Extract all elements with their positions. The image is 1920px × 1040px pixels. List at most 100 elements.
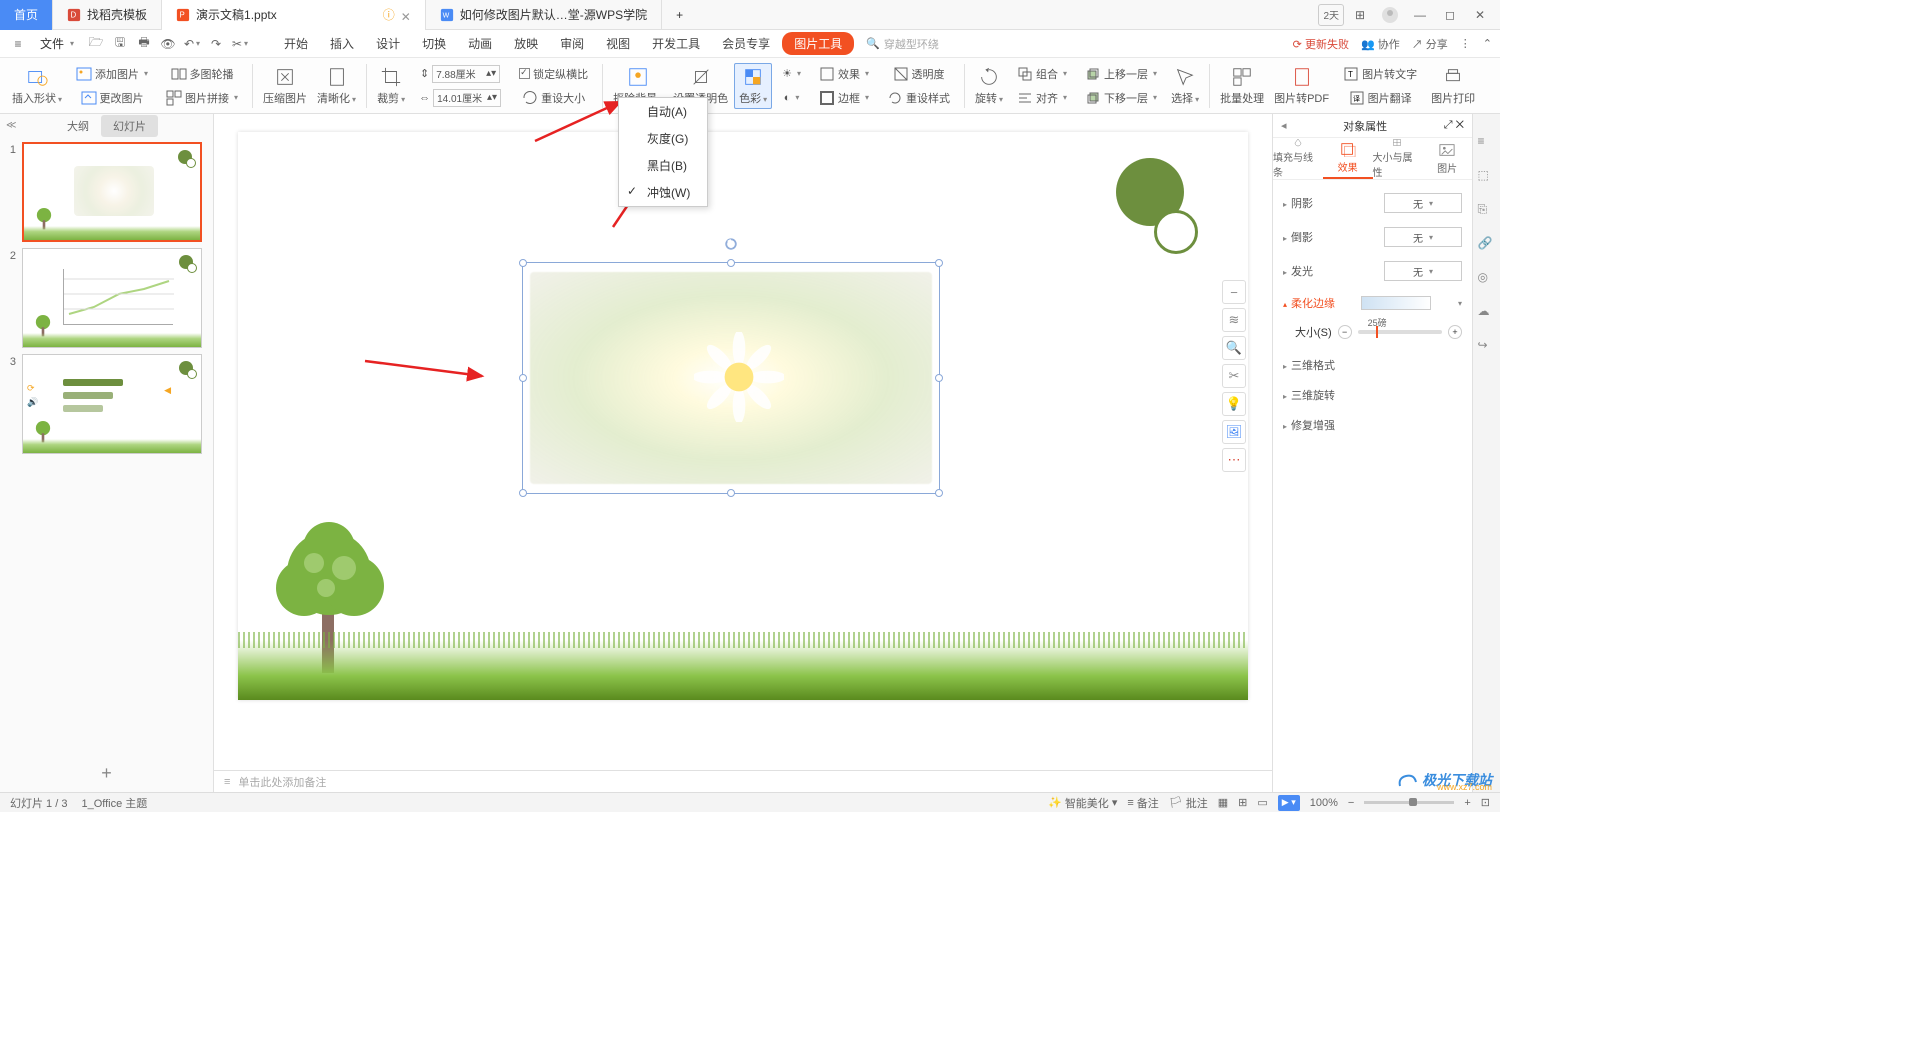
tab-help[interactable]: W 如何修改图片默认…堂-源WPS学院 [426, 0, 662, 30]
dropdown-bw[interactable]: 黑白(B) [619, 152, 707, 179]
file-menu[interactable]: 文件▾ [32, 33, 82, 54]
rotate-handle[interactable] [724, 237, 738, 251]
resize-handle[interactable] [935, 489, 943, 497]
crop-button[interactable]: 裁剪▾ [373, 64, 409, 108]
rail-pane-icon[interactable]: ≡ [1478, 134, 1496, 152]
dropdown-washout[interactable]: 冲蚀(W) [619, 179, 707, 206]
tab-animation[interactable]: 动画 [458, 31, 502, 56]
move-up-button[interactable]: 上移一层▾ [1083, 63, 1159, 85]
tab-templates[interactable]: D 找稻壳模板 [53, 0, 162, 30]
prop-reflection[interactable]: ▸倒影无▾ [1283, 220, 1462, 254]
props-tab-size[interactable]: 大小与属性 [1373, 138, 1423, 179]
trial-badge[interactable]: 2天 [1318, 4, 1344, 26]
shadow-select[interactable]: 无▾ [1384, 193, 1462, 213]
combine-button[interactable]: 组合▾ [1015, 63, 1069, 85]
to-pdf-button[interactable]: 图片转PDF [1270, 64, 1333, 108]
save-icon[interactable]: 🖫 [110, 34, 130, 54]
change-image-button[interactable]: 更改图片 [79, 87, 146, 109]
crop-btn[interactable]: ✂ [1222, 364, 1246, 388]
reflection-select[interactable]: 无▾ [1384, 227, 1462, 247]
tab-image-tools[interactable]: 图片工具 [782, 32, 854, 55]
rail-select-icon[interactable]: ⬚ [1478, 168, 1496, 186]
tab-member[interactable]: 会员专享 [712, 31, 780, 56]
idea-btn[interactable]: 💡 [1222, 392, 1246, 416]
minimize-button[interactable]: — [1406, 4, 1434, 26]
glow-select[interactable]: 无▾ [1384, 261, 1462, 281]
update-status[interactable]: ⟳ 更新失败 [1293, 36, 1349, 52]
prop-repair[interactable]: ▸修复增强 [1283, 410, 1462, 440]
softedge-preview[interactable] [1361, 296, 1431, 310]
view-reading[interactable]: ▭ [1257, 796, 1267, 809]
resize-handle[interactable] [519, 259, 527, 267]
slideshow-button[interactable]: ▶ ▾ [1278, 795, 1300, 811]
resize-handle[interactable] [519, 374, 527, 382]
tab-home[interactable]: 首页 [0, 0, 53, 30]
image-mosaic-button[interactable]: 图片拼接▾ [164, 87, 240, 109]
size-increase[interactable]: + [1448, 325, 1462, 339]
tab-design[interactable]: 设计 [366, 31, 410, 56]
insert-shape-button[interactable]: 插入形状▾ [8, 64, 66, 108]
fit-button[interactable]: ⊡ [1481, 796, 1490, 809]
prop-softedge[interactable]: ▴柔化边缘▾ [1283, 288, 1462, 318]
slides-tab[interactable]: 幻灯片 [101, 115, 158, 137]
coop-button[interactable]: 👥 协作 [1361, 36, 1400, 52]
user-avatar[interactable] [1376, 4, 1404, 26]
width-input[interactable]: ⇔ 14.01厘米▴▾ [417, 87, 503, 109]
rail-cloud-icon[interactable]: ☁ [1478, 304, 1496, 322]
pin-icon[interactable]: ⤢ [1444, 119, 1453, 131]
tab-current-doc[interactable]: P 演示文稿1.pptx ⓘ ✕ [162, 0, 426, 30]
close-window-button[interactable]: ✕ [1466, 4, 1494, 26]
more-btn[interactable]: ⋯ [1222, 448, 1246, 472]
props-tab-effects[interactable]: 效果 [1323, 138, 1373, 179]
resize-handle[interactable] [727, 489, 735, 497]
view-normal[interactable]: ▦ [1218, 796, 1228, 809]
search-input[interactable]: 🔍 穿越型环绕 [866, 36, 939, 52]
convert-btn[interactable]: 🖼 [1222, 420, 1246, 444]
preview-icon[interactable]: 👁 [158, 34, 178, 54]
props-tab-fill[interactable]: 填充与线条 [1273, 138, 1323, 179]
tab-slideshow[interactable]: 放映 [504, 31, 548, 56]
select-button[interactable]: 选择▾ [1167, 64, 1203, 108]
effects-button[interactable]: 效果▾ [817, 63, 871, 85]
translate-button[interactable]: 译图片翻译 [1347, 87, 1414, 109]
outline-tab[interactable]: 大纲 [55, 115, 101, 137]
size-slider[interactable]: 25磅 [1358, 330, 1442, 334]
rail-target-icon[interactable]: ◎ [1478, 270, 1496, 288]
notes-pane[interactable]: ≡ 单击此处添加备注 [214, 770, 1272, 792]
share-button[interactable]: ↗ 分享 [1412, 36, 1448, 52]
lock-ratio-checkbox[interactable]: 锁定纵横比 [517, 63, 590, 85]
close-props[interactable]: ✕ [1456, 119, 1464, 131]
tab-review[interactable]: 审阅 [550, 31, 594, 56]
resize-handle[interactable] [727, 259, 735, 267]
prop-3d-rotate[interactable]: ▸三维旋转 [1283, 380, 1462, 410]
zoom-in[interactable]: + [1464, 797, 1470, 809]
selection-box[interactable] [522, 262, 940, 494]
tab-transition[interactable]: 切换 [412, 31, 456, 56]
layers-btn[interactable]: ≋ [1222, 308, 1246, 332]
size-decrease[interactable]: − [1338, 325, 1352, 339]
undo-button[interactable]: ↶▾ [182, 34, 202, 54]
slide-thumb-1[interactable] [22, 142, 202, 242]
resize-handle[interactable] [935, 374, 943, 382]
tab-start[interactable]: 开始 [274, 31, 318, 56]
beautify-button[interactable]: ✨智能美化 ▾ [1048, 795, 1117, 811]
slide-thumb-3[interactable]: ⟳ 🔊 ◀ [22, 354, 202, 454]
prop-shadow[interactable]: ▸阴影无▾ [1283, 186, 1462, 220]
contrast-button[interactable]: ◐▾ [782, 87, 802, 109]
resize-handle[interactable] [519, 489, 527, 497]
redo-button[interactable]: ↷ [206, 34, 226, 54]
rail-export-icon[interactable]: ↪ [1478, 338, 1496, 356]
print-image-button[interactable]: 图片打印 [1427, 64, 1479, 108]
prop-3d-format[interactable]: ▸三维格式 [1283, 350, 1462, 380]
batch-button[interactable]: 批量处理 [1216, 64, 1268, 108]
brightness-button[interactable]: ☀▾ [780, 63, 803, 85]
zoom-out[interactable]: − [1348, 797, 1354, 809]
comments-button[interactable]: 🏳批注 [1169, 795, 1208, 811]
height-input[interactable]: ⇕ 7.88厘米▴▾ [418, 63, 502, 85]
add-slide-button[interactable]: + [0, 755, 213, 792]
dropdown-auto[interactable]: 自动(A) [619, 98, 707, 125]
tab-developer[interactable]: 开发工具 [642, 31, 710, 56]
view-sorter[interactable]: ⊞ [1238, 796, 1247, 809]
color-button[interactable]: 色彩▾ [734, 63, 772, 109]
tab-view[interactable]: 视图 [596, 31, 640, 56]
